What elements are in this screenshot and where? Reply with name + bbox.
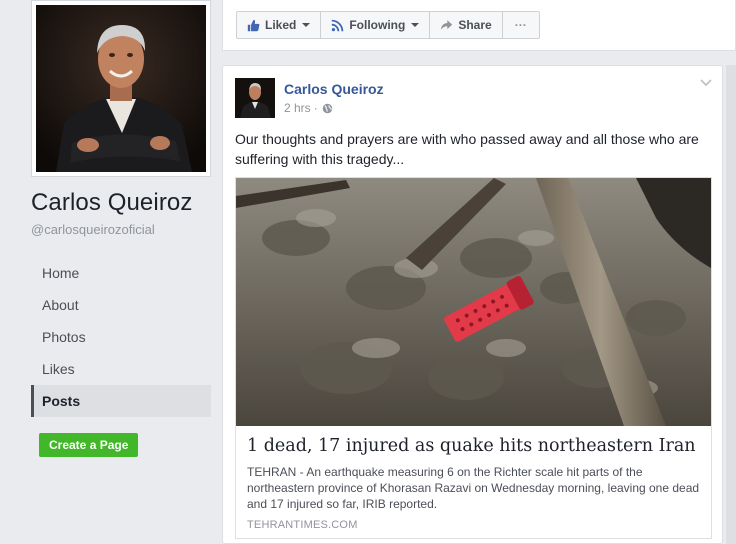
thumbs-up-icon	[247, 19, 260, 31]
link-domain: TEHRANTIMES.COM	[247, 519, 358, 531]
nav-item-posts[interactable]: Posts	[31, 385, 211, 417]
link-preview[interactable]: 1 dead, 17 injured as quake hits northea…	[235, 177, 712, 539]
profile-photo	[36, 5, 206, 172]
link-title[interactable]: 1 dead, 17 injured as quake hits northea…	[247, 436, 696, 456]
link-description: TEHRAN - An earthquake measuring 6 on th…	[247, 465, 700, 511]
chevron-down-icon	[302, 23, 311, 27]
share-label: Share	[458, 18, 492, 32]
profile-picture[interactable]	[31, 0, 211, 177]
page-action-bar: Liked Following Share ···	[222, 0, 736, 51]
more-options-button[interactable]: ···	[501, 11, 540, 39]
link-image	[236, 178, 711, 426]
post-text: Our thoughts and prayers are with who pa…	[235, 131, 699, 167]
post-card: Carlos Queiroz 2 hrs · Our thoughts and …	[222, 65, 723, 544]
nav-item-photos[interactable]: Photos	[31, 321, 211, 353]
page-nav: Home About Photos Likes Posts	[31, 257, 211, 417]
post-author[interactable]: Carlos Queiroz	[284, 81, 384, 97]
following-button[interactable]: Following	[320, 11, 431, 39]
nav-item-home[interactable]: Home	[31, 257, 211, 289]
nav-item-likes[interactable]: Likes	[31, 353, 211, 385]
rss-icon	[332, 19, 344, 31]
create-page-button[interactable]: Create a Page	[39, 433, 139, 457]
page-handle: @carlosqueirozoficial	[31, 222, 155, 237]
share-button[interactable]: Share	[429, 11, 503, 39]
post-time[interactable]: 2 hrs	[284, 101, 311, 115]
chevron-down-icon	[411, 23, 420, 27]
post-meta: 2 hrs ·	[284, 101, 333, 115]
share-arrow-icon	[441, 20, 453, 30]
globe-icon[interactable]	[322, 103, 333, 114]
action-button-group: Liked Following Share ···	[236, 11, 540, 39]
liked-label: Liked	[265, 18, 297, 32]
liked-button[interactable]: Liked	[236, 11, 322, 39]
following-label: Following	[349, 18, 406, 32]
page-name[interactable]: Carlos Queiroz	[31, 189, 192, 217]
more-label: ···	[514, 18, 527, 32]
right-column-edge	[726, 65, 736, 544]
author-avatar[interactable]	[235, 78, 275, 118]
nav-item-about[interactable]: About	[31, 289, 211, 321]
chevron-down-icon[interactable]	[700, 79, 712, 87]
meta-separator: ·	[313, 101, 318, 115]
